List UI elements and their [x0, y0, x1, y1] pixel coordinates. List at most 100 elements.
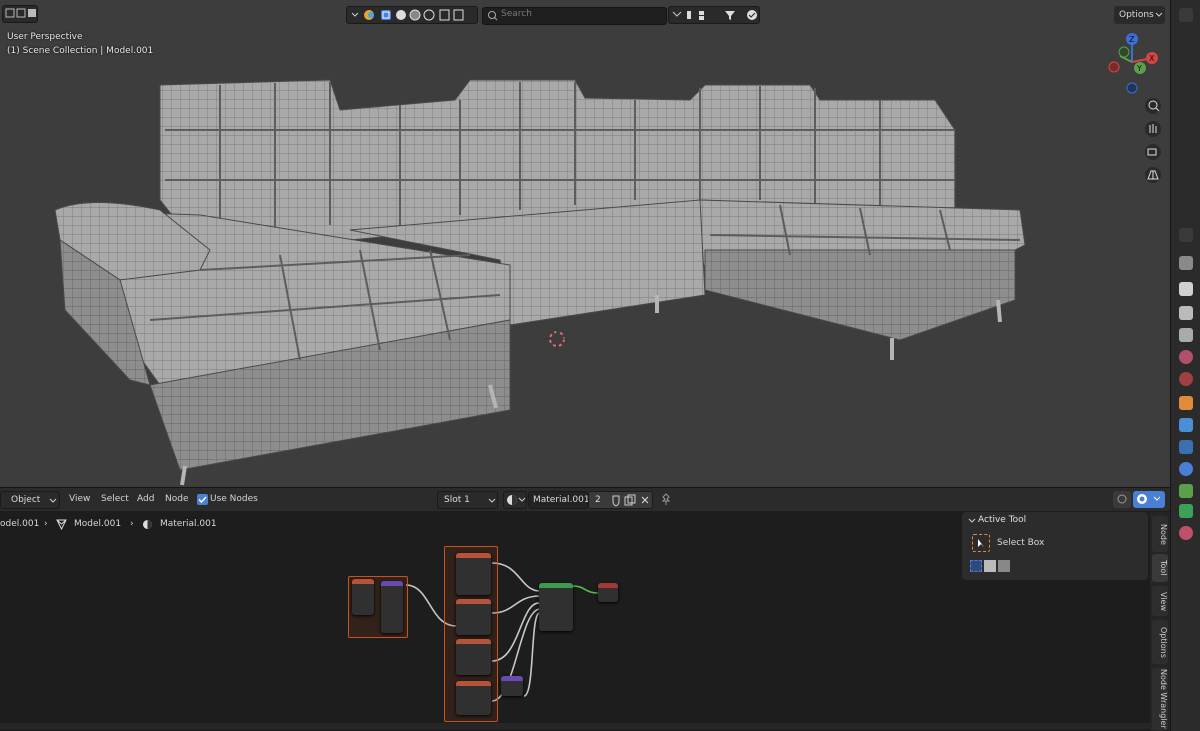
material-tab-icon[interactable]: [1179, 526, 1193, 540]
svg-text:Z: Z: [1129, 35, 1135, 44]
breadcrumb-object[interactable]: odel.001: [0, 519, 39, 529]
tab-view[interactable]: View: [1152, 586, 1168, 616]
options-label: Options: [1119, 10, 1154, 20]
render-tab-icon[interactable]: [1179, 282, 1193, 296]
editor-type-icon-2[interactable]: [1179, 228, 1193, 242]
tab-node[interactable]: Node: [1152, 516, 1168, 552]
user-count[interactable]: 2: [595, 495, 601, 505]
material-name: Material.001: [533, 495, 590, 505]
normal-map-node[interactable]: [501, 676, 523, 696]
fake-user-shield-icon: [612, 495, 620, 507]
checkmark-icon: [198, 496, 207, 504]
sidebar-tabs: Node Tool View Options Node Wrangler: [1150, 512, 1170, 731]
texture-node-3[interactable]: [456, 639, 491, 675]
viewport-perspective-label: User Perspective: [7, 32, 83, 42]
particles-tab-icon[interactable]: [1179, 440, 1193, 454]
modifier-wrench-icon[interactable]: [1179, 418, 1193, 432]
viewport-header: Search Options: [0, 0, 1170, 30]
material-users-controls: 2: [588, 491, 653, 509]
chevron-down-icon[interactable]: [968, 518, 976, 524]
material-sphere-icon: [507, 495, 526, 505]
use-nodes-checkbox[interactable]: [197, 494, 208, 505]
chevron-down-icon: [49, 498, 57, 503]
pin-icon[interactable]: [660, 493, 672, 506]
svg-text:Y: Y: [1136, 64, 1142, 73]
chevron-down-icon: [488, 498, 496, 503]
overlay-toggle[interactable]: [1133, 491, 1165, 508]
breadcrumb-mesh[interactable]: Model.001: [74, 519, 121, 529]
tab-node-wrangler[interactable]: Node Wrangler: [1152, 668, 1168, 730]
menu-node[interactable]: Node: [165, 494, 189, 504]
texture-node-1[interactable]: [456, 553, 491, 595]
breadcrumb-chevron-icon: ›: [44, 519, 48, 529]
slot-dropdown[interactable]: Slot 1: [437, 491, 498, 509]
snap-toggle[interactable]: [1113, 491, 1131, 508]
editor-type-icon[interactable]: [1179, 8, 1193, 22]
grid-perspective-icon: [1145, 167, 1161, 183]
viewport-filter-buttons[interactable]: [668, 6, 760, 24]
hand-pan-icon: [1145, 121, 1161, 137]
object-mode-label: Object: [11, 495, 41, 505]
constraints-tab-icon[interactable]: [1179, 484, 1193, 498]
use-nodes-label: Use Nodes: [210, 494, 258, 504]
3d-cursor-icon: [544, 326, 570, 352]
viewport-overlay-buttons[interactable]: [346, 6, 478, 24]
select-mode-subtract-icon[interactable]: [998, 560, 1010, 572]
horizontal-scrollbar[interactable]: [0, 723, 1150, 729]
material-output-node[interactable]: [598, 583, 618, 602]
breadcrumb-chevron-icon: ›: [130, 519, 134, 529]
active-tool-name: Select Box: [997, 538, 1045, 548]
tab-tool[interactable]: Tool: [1152, 554, 1168, 582]
select-mode-new-icon[interactable]: [970, 560, 982, 572]
scene-tab-icon[interactable]: [1179, 350, 1193, 364]
output-tab-icon[interactable]: [1179, 306, 1193, 320]
duplicate-icon: [624, 494, 636, 506]
active-tool-title: Active Tool: [978, 515, 1027, 525]
physics-tab-icon[interactable]: [1179, 462, 1193, 476]
svg-text:X: X: [1149, 54, 1155, 63]
zoom-icon: [1145, 98, 1161, 114]
node-editor-header: Object View Select Add Node Use Nodes Sl…: [0, 487, 1170, 511]
tab-options[interactable]: Options: [1152, 620, 1168, 664]
view-layer-tab-icon[interactable]: [1179, 328, 1193, 342]
search-icon: [488, 11, 498, 21]
snap-icon: [1117, 494, 1127, 504]
viewport-nav-buttons: [1143, 96, 1163, 186]
menu-select[interactable]: Select: [101, 494, 129, 504]
3d-viewport[interactable]: User Perspective (1) Scene Collection | …: [0, 0, 1170, 487]
chevron-down-icon: [1155, 12, 1163, 17]
search-input[interactable]: Search: [482, 7, 667, 25]
menu-view[interactable]: View: [69, 494, 90, 504]
texture-node-2[interactable]: [456, 599, 491, 635]
material-sphere-icon: [143, 520, 152, 529]
close-icon: [641, 496, 649, 504]
mesh-icon: [56, 519, 67, 530]
data-tab-icon[interactable]: [1179, 504, 1193, 518]
principled-bsdf-node[interactable]: [539, 583, 573, 631]
world-tab-icon[interactable]: [1179, 372, 1193, 386]
breadcrumb-material[interactable]: Material.001: [160, 519, 217, 529]
object-tab-icon[interactable]: [1179, 396, 1193, 410]
navigation-gizmo[interactable]: Z X Y: [1100, 30, 1168, 100]
camera-icon: [1145, 144, 1161, 160]
active-tool-panel: Active Tool Select Box: [962, 512, 1148, 580]
select-mode-buttons[interactable]: [2, 5, 38, 23]
sofa-wireframe-model[interactable]: [0, 0, 1170, 487]
slot-label: Slot 1: [444, 495, 470, 505]
select-box-tool-button[interactable]: [972, 534, 990, 552]
overlay-icon: [1137, 494, 1161, 504]
mapping-node[interactable]: [381, 581, 403, 633]
search-placeholder: Search: [501, 9, 532, 19]
image-texture-node[interactable]: [352, 579, 374, 615]
menu-add[interactable]: Add: [137, 494, 154, 504]
object-mode-dropdown[interactable]: Object: [0, 491, 60, 509]
material-name-field[interactable]: Material.001: [528, 491, 590, 509]
select-mode-extend-icon[interactable]: [984, 560, 996, 572]
tool-tab-icon[interactable]: [1179, 256, 1193, 270]
texture-node-4[interactable]: [456, 681, 491, 715]
material-browse-button[interactable]: [503, 491, 527, 509]
cursor-arrow-icon: [978, 539, 984, 547]
viewport-collection-label: (1) Scene Collection | Model.001: [7, 46, 154, 56]
properties-tab-strip: [1170, 0, 1200, 731]
options-dropdown[interactable]: Options: [1114, 6, 1165, 24]
